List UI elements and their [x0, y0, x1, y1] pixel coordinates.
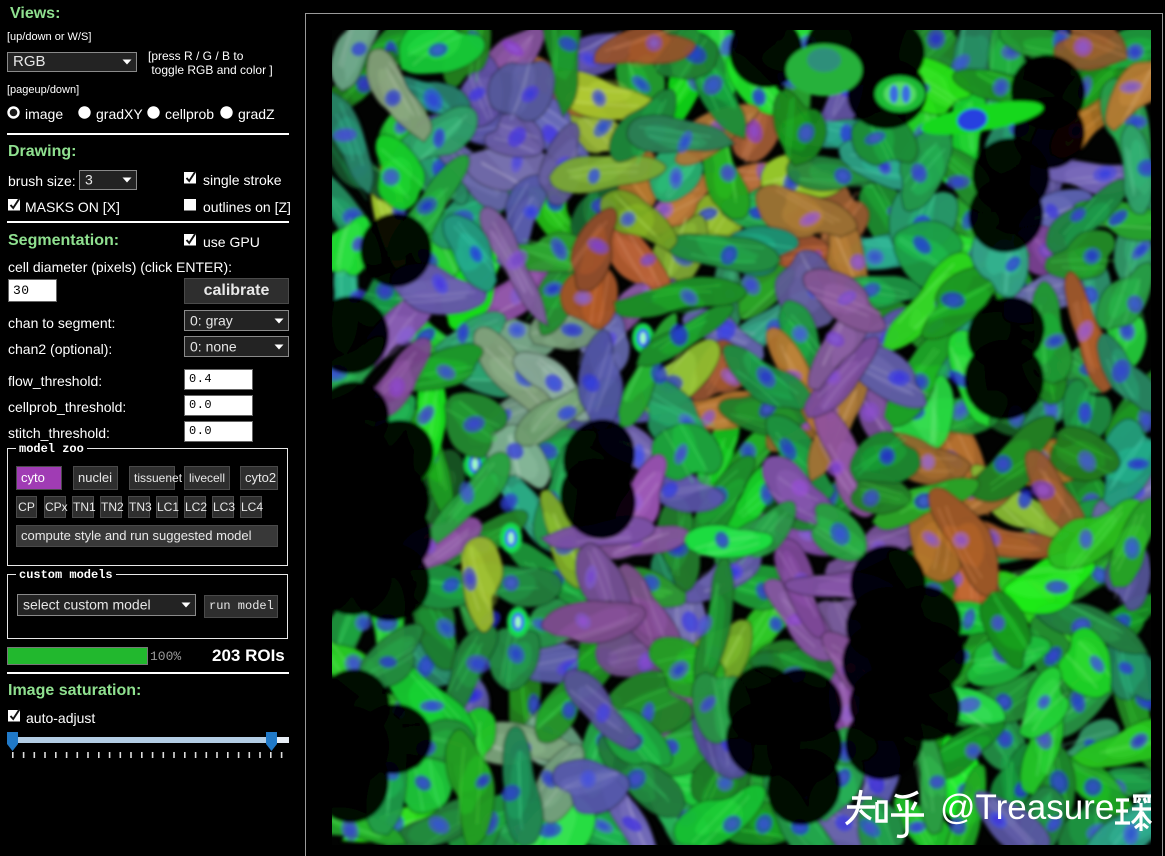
svg-text:@Treasure: @Treasure [940, 788, 1114, 827]
